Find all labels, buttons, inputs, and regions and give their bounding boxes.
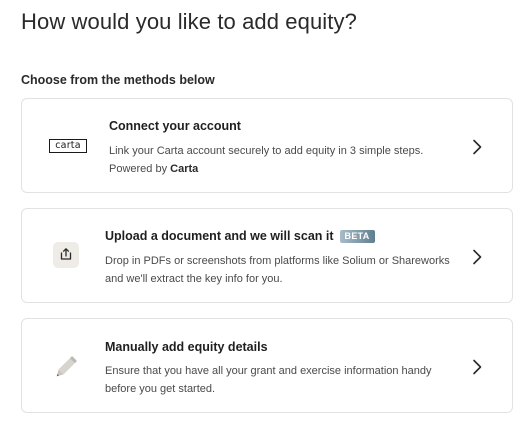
card-description: Drop in PDFs or screenshots from platfor…: [105, 255, 450, 285]
page-title: How would you like to add equity?: [21, 9, 357, 34]
carta-logo-icon: carta: [49, 139, 87, 153]
beta-badge: BETA: [339, 230, 375, 243]
card-description: Ensure that you have all your grant and …: [105, 365, 432, 395]
card-title-text: Upload a document and we will scan it: [105, 229, 334, 243]
powered-brand: Carta: [170, 163, 199, 175]
chevron-right-icon: [472, 139, 482, 160]
card-description: Link your Carta account securely to add …: [109, 142, 454, 178]
pencil-icon: [52, 353, 80, 386]
chevron-right-icon: [472, 249, 482, 270]
powered-prefix: Powered by: [109, 163, 171, 175]
connect-account-card[interactable]: carta Connect your account Link your Car…: [21, 98, 513, 193]
card-title: Upload a document and we will scan it BET…: [105, 229, 375, 243]
section-label: Choose from the methods below: [21, 73, 215, 87]
manual-entry-card[interactable]: Manually add equity details Ensure that …: [21, 318, 513, 413]
card-title: Connect your account: [109, 119, 241, 133]
upload-document-card[interactable]: Upload a document and we will scan it BET…: [21, 208, 513, 303]
description-text: Link your Carta account securely to add …: [109, 145, 424, 157]
card-title: Manually add equity details: [105, 340, 268, 354]
upload-icon: [53, 242, 79, 268]
chevron-right-icon: [472, 359, 482, 380]
